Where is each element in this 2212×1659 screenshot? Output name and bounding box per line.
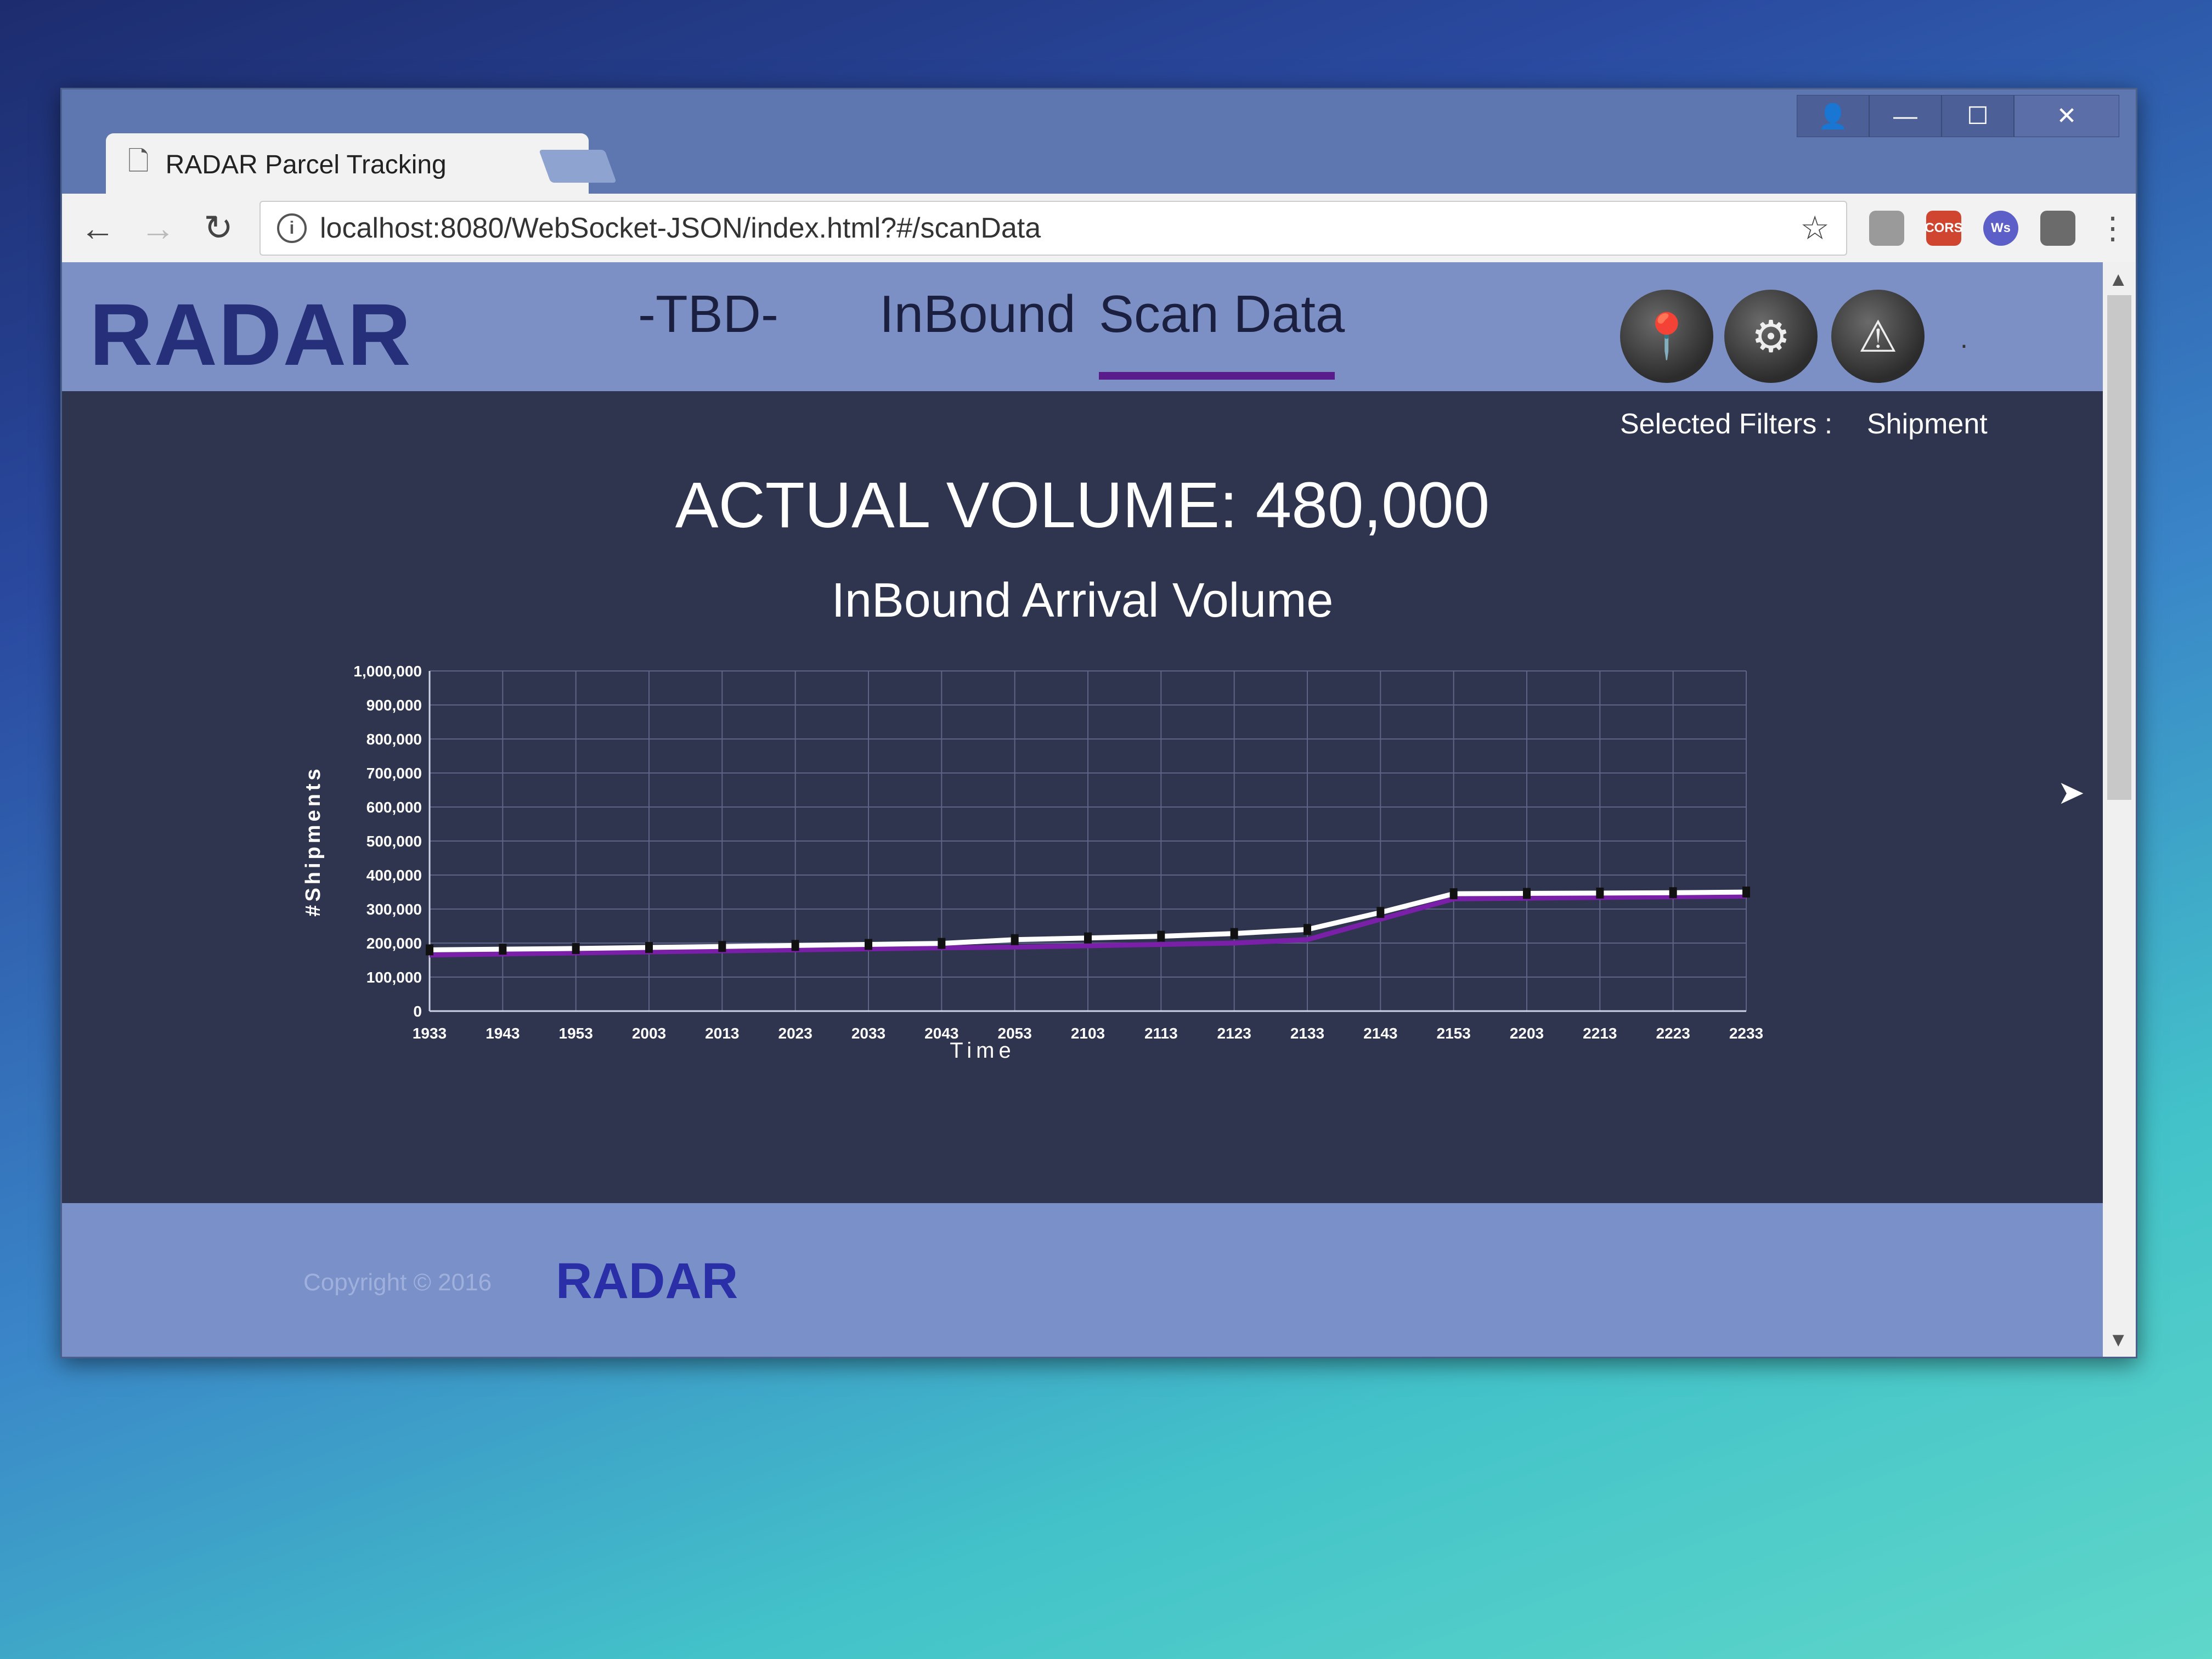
nav-tbd[interactable]: -TBD- (638, 284, 778, 345)
data-point (1523, 888, 1531, 899)
y-tick-label: 400,000 (366, 867, 422, 884)
selected-filter-value[interactable]: Shipment (1867, 408, 1988, 441)
data-point (1011, 934, 1019, 945)
data-point (865, 939, 872, 950)
volume-line-chart: 0 100,000 200,000 300,000 400,000 500,000 600,… (303, 663, 1763, 1063)
x-tick-label: 2233 (1729, 1025, 1763, 1042)
data-point (718, 941, 726, 952)
app-logo[interactable]: RADAR (89, 284, 412, 385)
data-point (1669, 887, 1677, 899)
nav-inbound[interactable]: InBound (879, 284, 1076, 345)
browser-tab[interactable]: 🗋 RADAR Parcel Tracking × (106, 133, 589, 196)
x-tick-label: 2013 (705, 1025, 739, 1042)
footer-logo[interactable]: RADAR (556, 1252, 738, 1310)
browser-window: 🗋 RADAR Parcel Tracking × 👤 — ☐ ✕ ← → ↻ … (60, 88, 2137, 1358)
user-profile-button[interactable]: 👤 (1797, 95, 1869, 137)
y-tick-label: 0 (413, 1003, 422, 1020)
x-tick-label: 2003 (632, 1025, 666, 1042)
maximize-button[interactable]: ☐ (1942, 95, 2014, 137)
x-tick-label: 2023 (778, 1025, 812, 1042)
map-pin-icon[interactable]: 📍 (1620, 290, 1713, 383)
alert-warning-icon[interactable]: ⚠ (1831, 290, 1925, 383)
bookmark-star-icon[interactable]: ☆ (1800, 209, 1830, 247)
x-tick-label: 2223 (1656, 1025, 1690, 1042)
x-tick-label: 2103 (1071, 1025, 1105, 1042)
nav-scan-data[interactable]: Scan Data (1099, 284, 1345, 345)
y-tick-label: 1,000,000 (353, 663, 422, 680)
page-icon: 🗋 (128, 147, 149, 176)
data-point (791, 940, 799, 951)
more-menu-icon[interactable]: ⋮ (2097, 210, 2128, 246)
info-icon[interactable]: i (277, 213, 307, 243)
data-point (1304, 924, 1311, 935)
x-axis-label: Time (950, 1039, 1015, 1063)
forward-arrow-icon[interactable]: → (139, 208, 177, 249)
x-tick-label: 2213 (1583, 1025, 1617, 1042)
y-tick-label: 900,000 (366, 697, 422, 714)
y-tick-label: 800,000 (366, 731, 422, 748)
x-tick-label: 1953 (559, 1025, 593, 1042)
data-point (938, 938, 946, 949)
x-tick-label: 2153 (1437, 1025, 1471, 1042)
scroll-up-arrow-icon[interactable]: ▲ (2108, 268, 2128, 291)
actual-volume: ACTUAL VOLUME: 480,000 (675, 469, 1490, 541)
data-point (1596, 887, 1604, 899)
data-point (572, 943, 580, 954)
app-header: RADAR -TBD- InBound Scan Data 📍 ⚙ ⚠ . (62, 262, 2103, 391)
header-dot: . (1960, 323, 1968, 354)
y-axis-label: #Shipments (303, 765, 325, 916)
minimize-button[interactable]: — (1869, 95, 1942, 137)
scroll-thumb[interactable] (2107, 295, 2131, 800)
scroll-down-arrow-icon[interactable]: ▼ (2108, 1328, 2128, 1351)
window-controls: 👤 — ☐ ✕ (1797, 95, 2119, 137)
settings-gear-icon[interactable]: ⚙ (1724, 290, 1818, 383)
close-window-button[interactable]: ✕ (2014, 95, 2119, 137)
x-tick-label: 1943 (486, 1025, 520, 1042)
chart-title: InBound Arrival Volume (831, 573, 1334, 627)
data-point (426, 944, 433, 956)
y-tick-label: 200,000 (366, 935, 422, 952)
x-tick-label: 2123 (1217, 1025, 1251, 1042)
mouse-cursor-icon: ➤ (2057, 774, 2085, 811)
data-point (645, 942, 653, 953)
url-text[interactable]: localhost:8080/WebSocket-JSON/index.html… (320, 212, 1787, 245)
x-tick-label: 1933 (413, 1025, 447, 1042)
app-footer: Copyright © 2016 RADAR (62, 1203, 2103, 1357)
data-point (1084, 932, 1092, 944)
data-point (1230, 928, 1238, 939)
web-page: RADAR -TBD- InBound Scan Data 📍 ⚙ ⚠ . Se… (62, 262, 2136, 1357)
x-tick-label: 2203 (1510, 1025, 1544, 1042)
y-tick-label: 300,000 (366, 901, 422, 918)
data-point (1449, 888, 1458, 900)
x-tick-label: 2143 (1363, 1025, 1397, 1042)
data-point (1742, 887, 1750, 898)
copyright-text: Copyright © 2016 (303, 1269, 492, 1296)
tab-title: RADAR Parcel Tracking (165, 150, 447, 179)
main-content: Selected Filters : Shipment ACTUAL VOLUM… (62, 391, 2103, 1203)
reload-icon[interactable]: ↻ (199, 207, 238, 249)
x-tick-label: 2033 (851, 1025, 885, 1042)
back-arrow-icon[interactable]: ← (78, 208, 117, 249)
address-bar[interactable]: i localhost:8080/WebSocket-JSON/index.ht… (259, 200, 1847, 256)
x-tick-label: 2113 (1144, 1025, 1178, 1042)
ws-extension-icon[interactable]: Ws (1983, 210, 2018, 246)
page-scrollbar[interactable]: ▲ ▼ (2103, 262, 2136, 1357)
new-tab-button[interactable] (539, 150, 617, 183)
cors-extension-icon[interactable]: CORS (1925, 210, 1963, 246)
y-tick-label: 700,000 (366, 765, 422, 782)
notes-extension-icon[interactable] (2040, 210, 2075, 246)
data-point (1157, 930, 1165, 942)
y-tick-label: 100,000 (366, 969, 422, 986)
data-point (1376, 907, 1385, 918)
browser-toolbar: ← → ↻ i localhost:8080/WebSocket-JSON/in… (62, 194, 2136, 262)
title-bar: 🗋 RADAR Parcel Tracking × 👤 — ☐ ✕ (62, 89, 2136, 196)
y-tick-label: 600,000 (366, 799, 422, 816)
selected-filters-label: Selected Filters : (1620, 408, 1833, 440)
data-point (499, 944, 507, 955)
active-nav-indicator (1099, 372, 1335, 380)
y-tick-label: 500,000 (366, 833, 422, 850)
pdf-extension-icon[interactable] (1869, 210, 1904, 246)
x-tick-label: 2133 (1290, 1025, 1324, 1042)
